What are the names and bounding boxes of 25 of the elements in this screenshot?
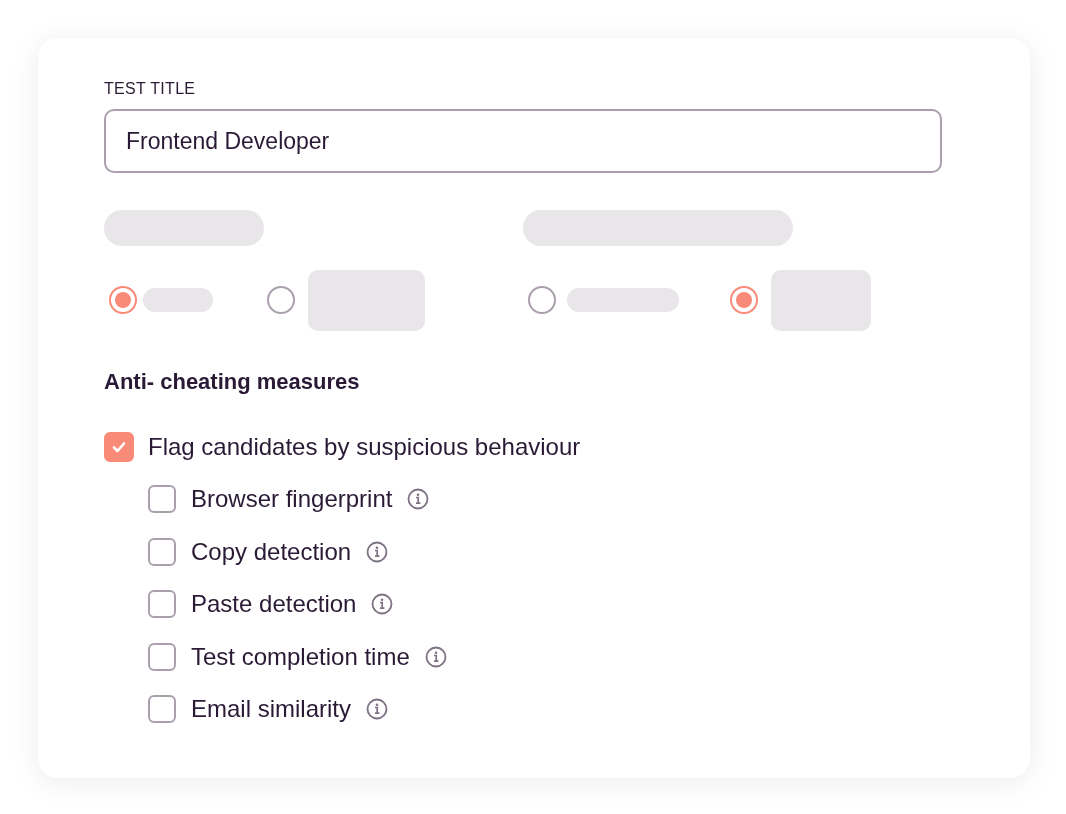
checkbox-label: Email similarity	[191, 695, 351, 724]
info-icon[interactable]	[366, 698, 388, 721]
radio-button[interactable]	[528, 286, 556, 314]
checkbox[interactable]	[148, 590, 176, 619]
checkbox-label: Test completion time	[191, 642, 410, 671]
checkbox-label: Paste detection	[191, 590, 357, 619]
radio-button[interactable]	[730, 286, 758, 314]
checkbox[interactable]	[148, 537, 176, 566]
info-icon[interactable]	[407, 488, 430, 511]
section-heading: Anti- cheating measures	[104, 368, 361, 396]
checkbox[interactable]	[148, 485, 176, 514]
info-icon[interactable]	[371, 593, 394, 616]
checkbox-label: Browser fingerprint	[191, 485, 393, 514]
checkbox-label: Flag candidates by suspicious behaviour	[148, 433, 581, 461]
checkbox-label: Copy detection	[191, 537, 352, 566]
info-icon[interactable]	[424, 645, 447, 668]
placeholder-bar	[143, 288, 213, 312]
checkbox[interactable]	[104, 432, 134, 462]
checkbox[interactable]	[148, 642, 176, 671]
info-icon[interactable]	[366, 540, 389, 563]
radio-button[interactable]	[267, 286, 295, 314]
field-label: TEST TITLE	[104, 79, 197, 99]
checkbox[interactable]	[148, 695, 176, 724]
radio-button[interactable]	[109, 286, 137, 314]
input-field[interactable]: Frontend Developer	[104, 109, 942, 173]
